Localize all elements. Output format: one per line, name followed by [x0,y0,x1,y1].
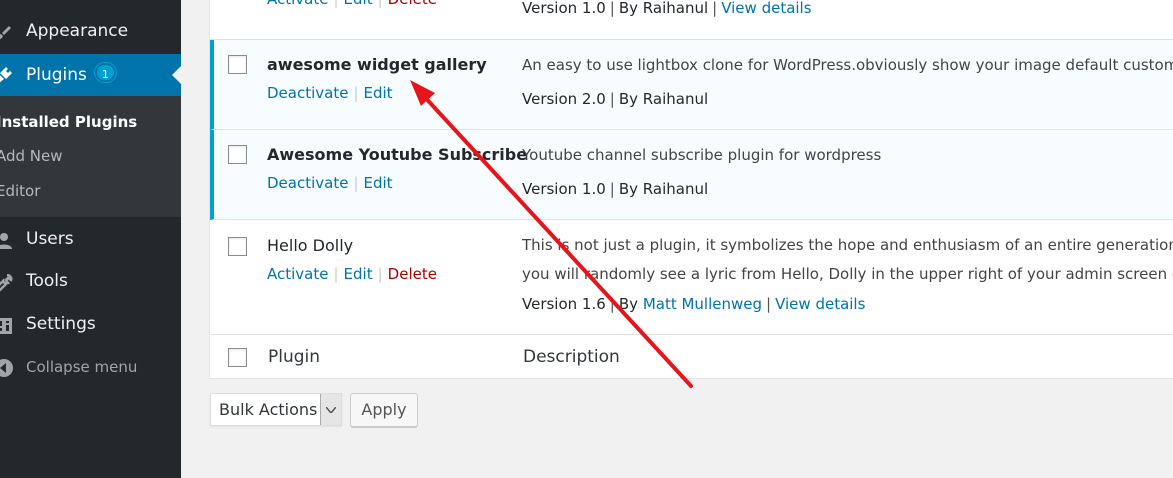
plugin-author: By Raihanul [618,90,709,108]
plugins-table: Activate|Edit|Delete Version 1.0|By Raih… [209,0,1173,379]
plugin-version: Version 1.6 [522,295,606,313]
plugin-meta: Version 1.0 | By Raihanul [522,180,709,198]
sidebar-item-label: Plugins [26,65,87,85]
deactivate-link[interactable]: Deactivate [267,174,348,192]
update-count-badge: 1 [94,63,116,82]
row-actions: Deactivate | Edit [267,174,393,192]
plugin-author: By Raihanul [618,0,709,17]
plugin-description: Youtube channel subscribe plugin for wor… [522,146,882,164]
plugin-description: you will randomly see a lyric from Hello… [522,265,1173,283]
sidebar-item-users[interactable]: Users [0,220,181,260]
plugin-row: awesome widget gallery Deactivate | Edit A… [210,40,1173,130]
sidebar-item-tools[interactable]: Tools [0,262,181,302]
activate-link[interactable]: Activate [267,0,328,8]
row-actions: Activate|Edit|Delete [267,265,437,283]
bulk-actions-select[interactable]: Bulk Actions [210,393,342,426]
sidebar-item-plugins[interactable]: Plugins 1 [0,54,181,96]
delete-link[interactable]: Delete [388,0,437,8]
plugin-name: Awesome Youtube Subscribe [267,145,528,164]
view-details-link[interactable]: View details [775,295,865,313]
edit-link[interactable]: Edit [364,174,393,192]
sidebar-item-appearance[interactable]: Appearance [0,12,181,52]
plugin-version: Version 1.0 [522,180,606,198]
plugin-checkbox[interactable] [228,55,247,74]
delete-link[interactable]: Delete [388,265,437,283]
plugin-name: Hello Dolly [267,236,354,255]
collapse-menu-button[interactable]: Collapse menu [0,354,181,382]
plugin-description: This is not just a plugin, it symbolizes… [522,236,1173,254]
plugin-meta: Version 1.6 | By Matt Mullenweg | View detai… [522,295,866,313]
users-icon [0,231,14,251]
column-plugin[interactable]: Plugin [268,347,320,367]
submenu-installed-plugins[interactable]: Installed Plugins [0,113,137,131]
plugin-meta: Version 1.0 | By Raihanul | View details [522,0,812,17]
row-actions: Activate|Edit|Delete [267,0,437,8]
plugin-row: Activate|Edit|Delete Version 1.0|By Raih… [210,0,1173,40]
plugin-row: Hello Dolly Activate | Edit | Delete This is… [210,220,1173,335]
activate-link[interactable]: Activate [267,265,328,283]
sidebar-item-label: Tools [26,271,68,291]
sidebar-item-label: Appearance [26,21,129,41]
deactivate-link[interactable]: Deactivate [267,84,348,102]
sidebar-item-label: Users [26,229,74,249]
plugin-checkbox[interactable] [228,237,247,256]
apply-button[interactable]: Apply [350,393,418,427]
wrench-icon [0,273,14,293]
table-footer: Plugin Description [210,335,1173,380]
plugin-description: An easy to use lightbox clone for WordPr… [522,56,1173,74]
sidebar-item-label: Settings [26,314,96,334]
sidebar-item-settings[interactable]: Settings [0,305,181,345]
select-all-checkbox[interactable] [228,348,247,367]
paintbrush-icon [0,23,14,43]
settings-icon [0,316,14,336]
submenu-add-new[interactable]: Add New [0,147,63,165]
row-actions: Deactivate | Edit [267,84,393,102]
bulk-actions-value: Bulk Actions [219,400,318,419]
plugins-submenu: Installed Plugins Add New Editor [0,96,181,217]
edit-link[interactable]: Edit [344,0,373,8]
plugin-checkbox[interactable] [228,145,247,164]
plugin-author: By Raihanul [618,180,709,198]
edit-link[interactable]: Edit [364,84,393,102]
column-description: Description [523,347,620,367]
admin-sidebar: Appearance Plugins 1 Installed Plugins Ad… [0,0,181,478]
edit-link[interactable]: Edit [344,265,373,283]
view-details-link[interactable]: View details [721,0,811,17]
plugin-author-prefix: By [618,295,639,313]
collapse-menu-label: Collapse menu [26,358,138,376]
plugin-icon [0,65,14,85]
collapse-icon [0,358,14,378]
chevron-down-icon [320,394,341,425]
plugin-version: Version 2.0 [522,90,606,108]
plugin-version: Version 1.0 [522,0,606,17]
plugin-row: Awesome Youtube Subscribe Deactivate | Edi… [210,130,1173,220]
plugin-meta: Version 2.0 | By Raihanul [522,90,709,108]
plugin-name: awesome widget gallery [267,55,487,74]
author-link[interactable]: Matt Mullenweg [643,295,762,313]
submenu-editor[interactable]: Editor [0,182,40,200]
